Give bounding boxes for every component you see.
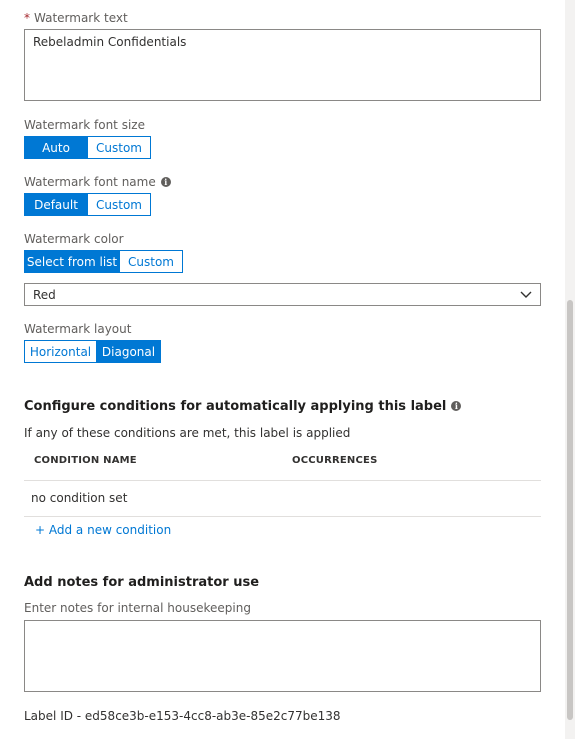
layout-horizontal-option[interactable]: Horizontal	[24, 340, 97, 363]
required-mark: *	[24, 11, 30, 25]
vertical-scrollbar[interactable]	[565, 0, 575, 739]
color-select-from-list-option[interactable]: Select from list	[24, 250, 120, 273]
layout-diagonal-option[interactable]: Diagonal	[97, 340, 161, 363]
watermark-text-input[interactable]: Rebeladmin Confidentials	[24, 29, 541, 101]
font-name-toggle: Default Custom	[24, 193, 151, 216]
column-header-condition-name: CONDITION NAME	[34, 455, 137, 466]
scrollbar-thumb[interactable]	[567, 300, 573, 720]
notes-label: Enter notes for internal housekeeping	[24, 601, 251, 615]
font-name-default-option[interactable]: Default	[24, 193, 88, 216]
color-toggle: Select from list Custom	[24, 250, 183, 273]
font-size-label: Watermark font size	[24, 118, 145, 132]
add-condition-link[interactable]: + Add a new condition	[35, 523, 171, 537]
layout-toggle: Horizontal Diagonal	[24, 340, 161, 363]
chevron-down-icon	[520, 288, 532, 302]
font-name-label: Watermark font name i	[24, 175, 171, 189]
watermark-text-label: * Watermark text	[24, 11, 128, 25]
table-divider	[24, 480, 541, 481]
notes-title: Add notes for administrator use	[24, 575, 260, 590]
notes-input[interactable]	[24, 620, 541, 692]
label-settings-panel: * Watermark text Rebeladmin Confidentials…	[0, 0, 565, 739]
font-size-auto-option[interactable]: Auto	[24, 136, 88, 159]
column-header-occurrences: OCCURRENCES	[292, 455, 378, 466]
color-dropdown[interactable]: Red	[24, 283, 541, 306]
info-icon[interactable]: i	[160, 177, 171, 187]
conditions-title: Configure conditions for automatically a…	[24, 399, 462, 414]
conditions-description: If any of these conditions are met, this…	[24, 426, 351, 440]
font-size-toggle: Auto Custom	[24, 136, 151, 159]
font-name-custom-option[interactable]: Custom	[88, 193, 151, 216]
table-divider	[24, 516, 541, 517]
layout-label: Watermark layout	[24, 322, 132, 336]
font-size-custom-option[interactable]: Custom	[88, 136, 151, 159]
empty-condition-text: no condition set	[31, 491, 128, 505]
info-icon[interactable]: i	[451, 401, 462, 411]
label-id-text: Label ID - ed58ce3b-e153-4cc8-ab3e-85e2c…	[24, 709, 341, 723]
color-custom-option[interactable]: Custom	[120, 250, 183, 273]
color-dropdown-value: Red	[33, 287, 56, 302]
color-label: Watermark color	[24, 232, 124, 246]
